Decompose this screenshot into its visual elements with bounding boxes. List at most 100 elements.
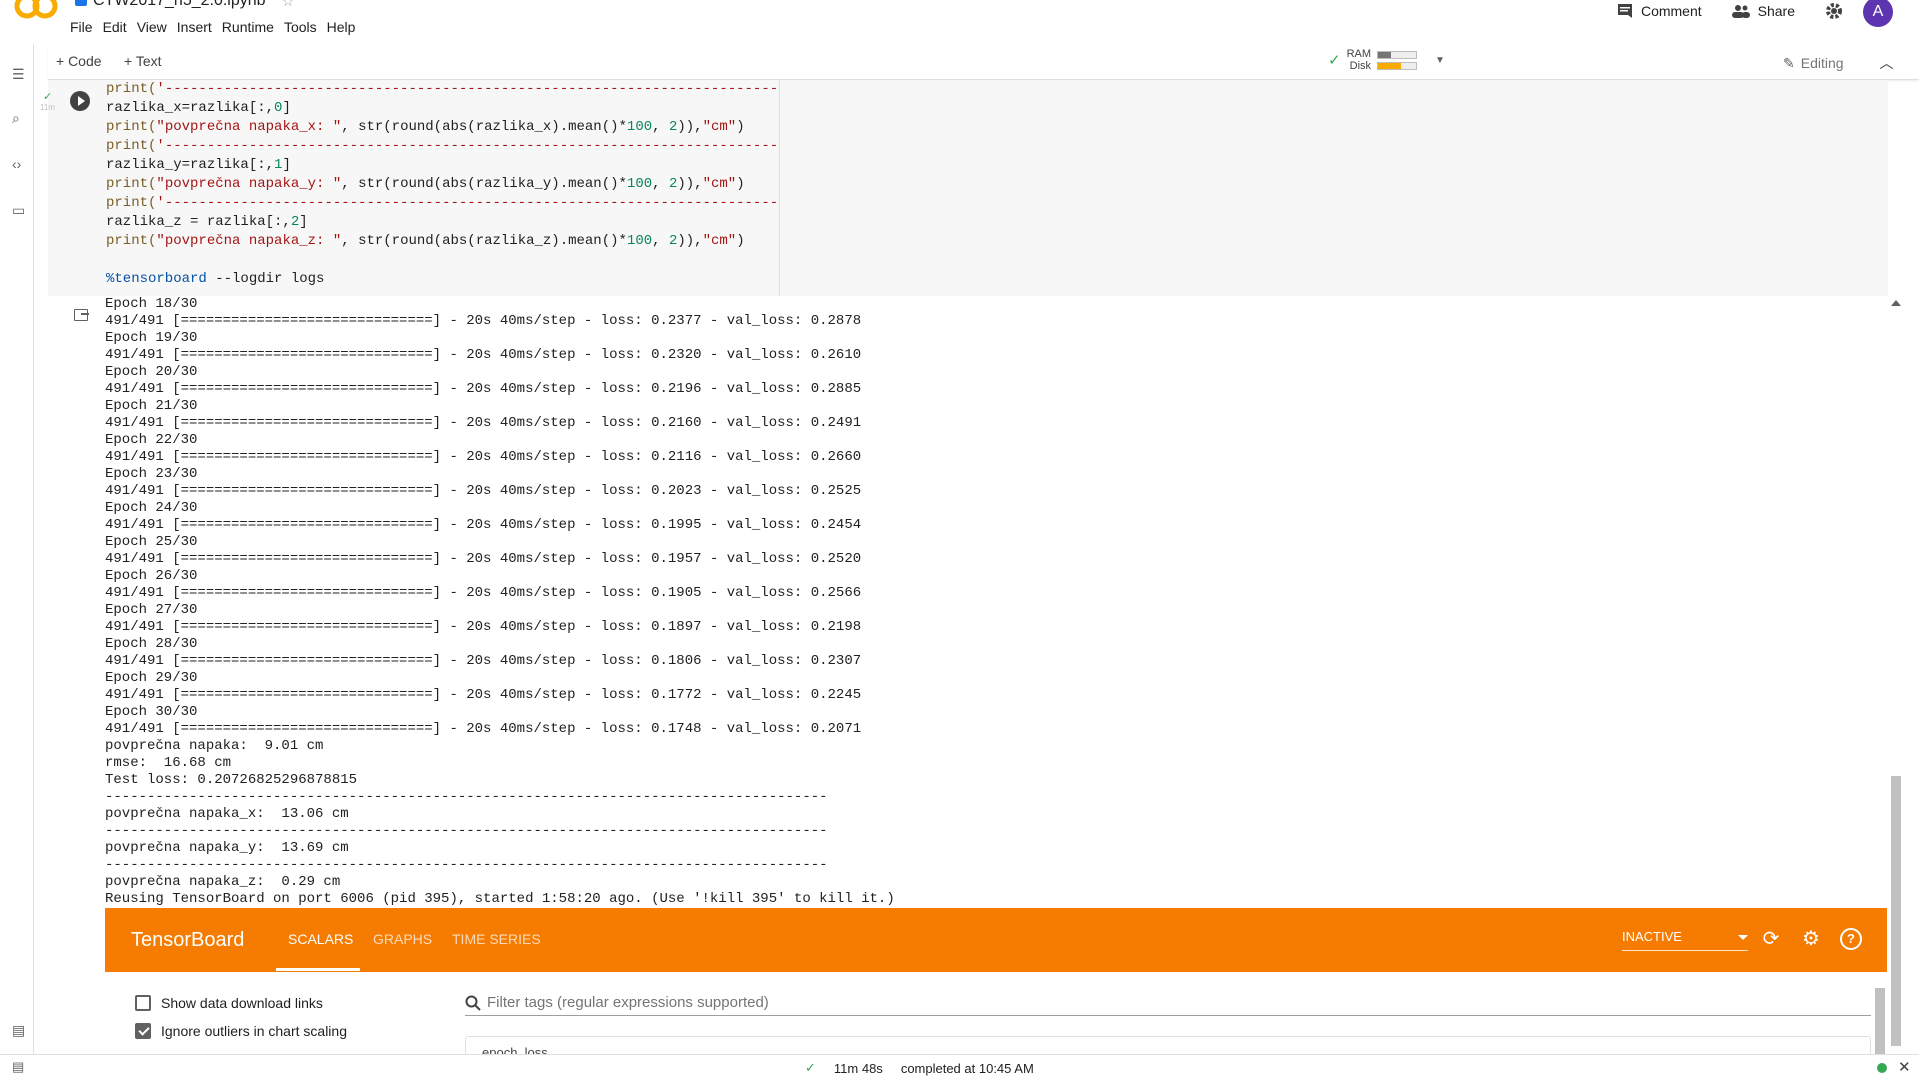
comment-button[interactable]: Comment bbox=[1617, 3, 1702, 19]
output-line: povprečna napaka_y: 13.69 cm bbox=[105, 840, 349, 856]
checkbox-unchecked-icon[interactable] bbox=[135, 995, 151, 1011]
search-icon bbox=[465, 995, 481, 1011]
app-header: CTW2017_h5_2.0.ipynb ☆ File Edit View In… bbox=[0, 0, 1919, 44]
tag-filter-input[interactable]: Filter tags (regular expressions support… bbox=[465, 990, 1871, 1016]
output-line: Reusing TensorBoard on port 6006 (pid 39… bbox=[105, 891, 895, 907]
menu-edit[interactable]: Edit bbox=[103, 17, 136, 35]
output-line: 491/491 [==============================]… bbox=[105, 483, 862, 499]
code-line[interactable]: print('---------------------------------… bbox=[106, 137, 779, 156]
code-line[interactable]: print('---------------------------------… bbox=[106, 194, 779, 213]
menu-view[interactable]: View bbox=[137, 17, 176, 35]
code-line[interactable]: %tensorboard --logdir logs bbox=[106, 270, 779, 289]
output-scrollbar[interactable] bbox=[1889, 296, 1903, 1056]
menu-insert[interactable]: Insert bbox=[177, 17, 221, 35]
code-token: '---------------------------------------… bbox=[156, 138, 779, 154]
avatar[interactable]: A bbox=[1863, 0, 1893, 27]
code-token: , str(round(abs(razlika_x).mean()* bbox=[341, 119, 627, 135]
output-line: 491/491 [==============================]… bbox=[105, 585, 862, 601]
tag-filter-placeholder: Filter tags (regular expressions support… bbox=[487, 994, 769, 1011]
output-line: ----------------------------------------… bbox=[105, 823, 828, 839]
tensorboard-scrollbar[interactable] bbox=[1875, 988, 1885, 1056]
code-token: ) bbox=[736, 119, 745, 135]
collapse-header-icon[interactable]: ︿ bbox=[1880, 53, 1894, 73]
plugin-status-select[interactable]: INACTIVE bbox=[1622, 929, 1748, 951]
settings-gear-icon[interactable]: ⚙ bbox=[1800, 928, 1822, 950]
settings-button[interactable] bbox=[1825, 2, 1843, 20]
tensorboard-brand: TensorBoard bbox=[131, 929, 245, 951]
close-status-icon[interactable]: ✕ bbox=[1898, 1058, 1911, 1076]
output-line: 491/491 [==============================]… bbox=[105, 721, 862, 737]
code-token: '---------------------------------------… bbox=[156, 81, 779, 97]
code-token: "povprečna napaka_z: " bbox=[156, 233, 342, 249]
gear-icon bbox=[1826, 3, 1842, 19]
code-token: --logdir logs bbox=[206, 271, 325, 287]
share-people-icon bbox=[1731, 5, 1750, 18]
code-line[interactable]: print("povprečna napaka_x: ", str(round(… bbox=[106, 118, 779, 137]
menu-runtime[interactable]: Runtime bbox=[222, 17, 283, 35]
code-line[interactable]: razlika_x=razlika[:,0] bbox=[106, 99, 779, 118]
notebook-toolbar: + Code + Text ✓ RAM Disk ▼ ✎ Editing ︿ bbox=[48, 44, 1919, 80]
add-code-button[interactable]: + Code bbox=[56, 53, 102, 69]
scalar-card[interactable]: epoch_loss bbox=[465, 1036, 1871, 1056]
menu-help[interactable]: Help bbox=[327, 17, 365, 35]
tab-graphs[interactable]: GRAPHS bbox=[373, 931, 432, 947]
code-snippets-icon[interactable]: ‹› bbox=[12, 156, 21, 172]
output-actions-icon[interactable] bbox=[74, 309, 89, 321]
code-token: )), bbox=[677, 119, 703, 135]
ram-meter bbox=[1377, 50, 1418, 59]
run-cell-button[interactable] bbox=[70, 91, 90, 111]
checkbox-checked-icon[interactable] bbox=[135, 1023, 151, 1039]
code-line[interactable]: print("povprečna napaka_y: ", str(round(… bbox=[106, 175, 779, 194]
code-token: razlika_z = razlika[:, bbox=[106, 214, 291, 230]
pencil-icon: ✎ bbox=[1783, 54, 1795, 71]
code-line[interactable]: print('---------------------------------… bbox=[106, 80, 779, 99]
code-line[interactable]: razlika_z = razlika[:,2] bbox=[106, 213, 779, 232]
code-token: print( bbox=[106, 233, 157, 249]
resource-monitor[interactable]: ✓ RAM Disk ▼ bbox=[1328, 48, 1445, 72]
terminal-icon[interactable]: ▤ bbox=[12, 1059, 24, 1075]
output-line: Epoch 26/30 bbox=[105, 568, 198, 584]
notebook-title-text[interactable]: CTW2017_h5_2.0.ipynb bbox=[93, 0, 266, 10]
code-line[interactable]: print("povprečna napaka_z: ", str(round(… bbox=[106, 232, 779, 251]
output-line: 491/491 [==============================]… bbox=[105, 653, 862, 669]
connected-status-icon bbox=[1877, 1063, 1887, 1073]
code-token: 100 bbox=[626, 119, 653, 135]
code-token: ) bbox=[736, 233, 745, 249]
output-line: 491/491 [==============================]… bbox=[105, 449, 862, 465]
ignore-outliers-checkbox[interactable]: Ignore outliers in chart scaling bbox=[135, 1023, 347, 1039]
output-line: povprečna napaka_x: 13.06 cm bbox=[105, 806, 349, 822]
star-icon[interactable]: ☆ bbox=[282, 0, 295, 10]
reload-icon[interactable]: ⟳ bbox=[1760, 928, 1782, 950]
status-check-icon: ✓ bbox=[805, 1060, 816, 1075]
colab-logo[interactable] bbox=[14, 0, 58, 20]
active-tab-indicator bbox=[276, 968, 360, 971]
code-token: %tensorboard bbox=[106, 271, 207, 287]
code-token: 100 bbox=[626, 233, 653, 249]
tab-time-series[interactable]: TIME SERIES bbox=[452, 931, 541, 947]
code-line[interactable]: razlika_y=razlika[:,1] bbox=[106, 156, 779, 175]
help-icon[interactable]: ? bbox=[1840, 928, 1862, 950]
code-token: , bbox=[652, 119, 669, 135]
disk-meter bbox=[1377, 61, 1418, 70]
output-line: povprečna napaka_z: 0.29 cm bbox=[105, 874, 341, 890]
show-download-links-checkbox[interactable]: Show data download links bbox=[135, 995, 323, 1011]
code-editor[interactable]: print( '---------------------------------… bbox=[106, 80, 780, 296]
drive-icon bbox=[75, 0, 87, 6]
cell-output: Epoch 18/30 491/491 [====================… bbox=[105, 296, 1885, 908]
share-button[interactable]: Share bbox=[1731, 3, 1795, 19]
add-text-button[interactable]: + Text bbox=[124, 53, 162, 69]
command-palette-icon[interactable]: ▤ bbox=[12, 1022, 25, 1039]
scroll-up-icon[interactable] bbox=[1891, 300, 1901, 306]
comment-icon bbox=[1617, 4, 1632, 18]
code-line[interactable] bbox=[106, 251, 779, 270]
table-of-contents-icon[interactable]: ☰ bbox=[12, 66, 25, 83]
chevron-down-icon[interactable]: ▼ bbox=[1435, 55, 1445, 66]
menu-tools[interactable]: Tools bbox=[284, 17, 326, 35]
search-icon[interactable]: ⌕ bbox=[12, 110, 20, 127]
menu-file[interactable]: File bbox=[70, 17, 102, 35]
files-icon[interactable]: ▭ bbox=[12, 202, 25, 219]
scrollbar-thumb[interactable] bbox=[1891, 776, 1901, 1046]
editing-mode[interactable]: ✎ Editing ︿ bbox=[1783, 53, 1894, 73]
tab-scalars[interactable]: SCALARS bbox=[288, 931, 353, 947]
notebook-title[interactable]: CTW2017_h5_2.0.ipynb ☆ bbox=[75, 0, 294, 10]
